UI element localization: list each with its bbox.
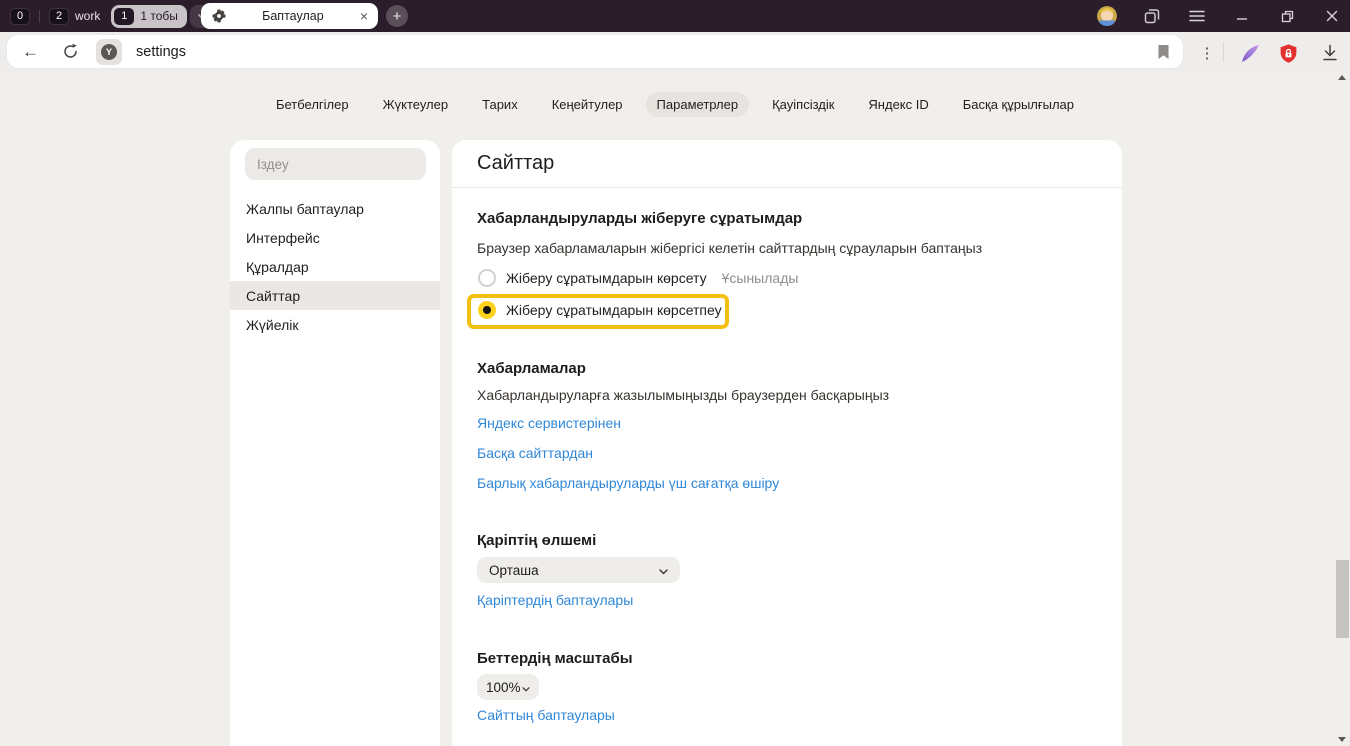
nav-tab-yandex-id[interactable]: Яндекс ID <box>857 92 939 117</box>
link-other-sites[interactable]: Басқа сайттардан <box>477 445 593 461</box>
back-icon[interactable]: ← <box>22 42 39 62</box>
feather-extension-icon[interactable] <box>1239 42 1261 64</box>
font-size-value: Орташа <box>489 563 539 578</box>
toolbar-separator <box>1223 42 1224 62</box>
settings-main-card: Сайттар Хабарландыруларды жіберуге сұрат… <box>452 140 1122 746</box>
scroll-down-arrow[interactable] <box>1338 737 1346 742</box>
protect-shield-icon[interactable] <box>1277 42 1299 64</box>
workspace-label-work[interactable]: work <box>75 9 100 23</box>
toolbar: ← Y settings ⋮ <box>0 32 1350 72</box>
notifications-heading: Хабарламалар <box>477 360 586 377</box>
link-yandex-services[interactable]: Яндекс сервистерінен <box>477 415 621 431</box>
workspace-switcher: 0 2 work 1 1 тобы <box>10 0 216 32</box>
url-text[interactable]: settings <box>136 44 1157 60</box>
notifications-description: Хабарландыруларға жазылымыңызды браузерд… <box>477 387 889 403</box>
nav-tab-settings[interactable]: Параметрлер <box>646 92 750 117</box>
settings-sidebar: Жалпы баптаулар Интерфейс Құралдар Сайтт… <box>230 140 440 746</box>
sidebar-item-tools[interactable]: Құралдар <box>230 252 440 281</box>
page-zoom-heading: Беттердің масштабы <box>477 650 633 667</box>
link-font-settings[interactable]: Қаріптердің баптаулары <box>477 592 633 608</box>
window-minimize-button[interactable] <box>1232 6 1252 26</box>
highlight-annotation-box <box>467 294 729 329</box>
workspace-badge-0[interactable]: 0 <box>10 8 30 25</box>
workspace-divider <box>39 10 40 23</box>
scroll-up-arrow[interactable] <box>1338 75 1346 80</box>
workspace-badge-group: 1 <box>114 8 134 25</box>
titlebar-right <box>1097 0 1342 32</box>
notification-requests-heading: Хабарландыруларды жіберуге сұратымдар <box>477 210 802 227</box>
user-avatar[interactable] <box>1097 6 1117 26</box>
nav-tab-security[interactable]: Қауіпсіздік <box>761 92 845 117</box>
settings-page: Бетбелгілер Жүктеулер Тарих Кеңейтулер П… <box>0 72 1350 746</box>
font-size-heading: Қаріптің өлшемі <box>477 532 596 549</box>
sidebar-list: Жалпы баптаулар Интерфейс Құралдар Сайтт… <box>230 194 440 339</box>
scrollbar-thumb[interactable] <box>1336 560 1349 638</box>
address-bar[interactable]: ← Y settings <box>7 35 1183 68</box>
recommended-badge: Ұсынылады <box>722 270 799 286</box>
page-zoom-select[interactable]: 100% <box>477 674 539 700</box>
chevron-down-icon <box>659 563 668 578</box>
window-close-button[interactable] <box>1322 6 1342 26</box>
radio-unselected-icon[interactable] <box>478 269 496 287</box>
workspace-badge-work[interactable]: 2 <box>49 8 69 25</box>
sidebar-item-interface[interactable]: Интерфейс <box>230 223 440 252</box>
font-size-select[interactable]: Орташа <box>477 557 680 583</box>
reload-icon[interactable] <box>62 43 79 60</box>
settings-gear-icon <box>211 9 226 24</box>
page-scrollbar[interactable] <box>1335 72 1350 746</box>
nav-tab-bookmarks[interactable]: Бетбелгілер <box>265 92 360 117</box>
browser-window: 0 2 work 1 1 тобы <box>0 0 1350 746</box>
workspace-active-group[interactable]: 1 1 тобы <box>111 5 187 28</box>
nav-tab-downloads[interactable]: Жүктеулер <box>372 92 460 117</box>
radio-show-requests[interactable]: Жіберу сұратымдарын көрсету Ұсынылады <box>478 266 798 290</box>
radio-show-label[interactable]: Жіберу сұратымдарын көрсету <box>506 270 707 286</box>
sidebar-item-system[interactable]: Жүйелік <box>230 310 440 339</box>
menu-hamburger-icon[interactable] <box>1187 6 1207 26</box>
notification-requests-description: Браузер хабарламаларын жібергісі келетін… <box>477 240 982 256</box>
tab-title: Баптаулар <box>226 9 360 23</box>
workspace-label-group: 1 тобы <box>140 9 178 23</box>
download-icon[interactable] <box>1319 42 1341 64</box>
link-site-settings[interactable]: Сайттың баптаулары <box>477 707 615 723</box>
site-favicon-chip: Y <box>96 39 122 65</box>
nav-tab-history[interactable]: Тарих <box>471 92 529 117</box>
window-restore-button[interactable] <box>1277 6 1297 26</box>
sidebar-search-input[interactable] <box>245 148 426 180</box>
page-title: Сайттар <box>477 152 554 175</box>
nav-tab-other-devices[interactable]: Басқа құрылғылар <box>952 92 1085 117</box>
yandex-favicon-icon: Y <box>101 44 117 60</box>
title-divider <box>452 187 1122 188</box>
titlebar: 0 2 work 1 1 тобы <box>0 0 1350 32</box>
nav-tab-extensions[interactable]: Кеңейтулер <box>541 92 634 117</box>
settings-nav-tabs: Бетбелгілер Жүктеулер Тарих Кеңейтулер П… <box>0 92 1350 117</box>
chevron-down-icon <box>522 680 530 695</box>
link-mute-all-three-hours[interactable]: Барлық хабарландыруларды үш сағатқа өшір… <box>477 475 779 491</box>
page-zoom-value: 100% <box>486 680 521 695</box>
sidebar-item-sites[interactable]: Сайттар <box>230 281 440 310</box>
more-options-icon[interactable]: ⋮ <box>1196 42 1218 64</box>
sidebar-item-general[interactable]: Жалпы баптаулар <box>230 194 440 223</box>
side-panels-icon[interactable] <box>1142 6 1162 26</box>
active-tab[interactable]: Баптаулар × <box>201 3 378 29</box>
tab-close-icon[interactable]: × <box>360 9 368 23</box>
bookmark-flag-icon[interactable] <box>1157 44 1170 60</box>
new-tab-button[interactable]: + <box>386 5 408 27</box>
